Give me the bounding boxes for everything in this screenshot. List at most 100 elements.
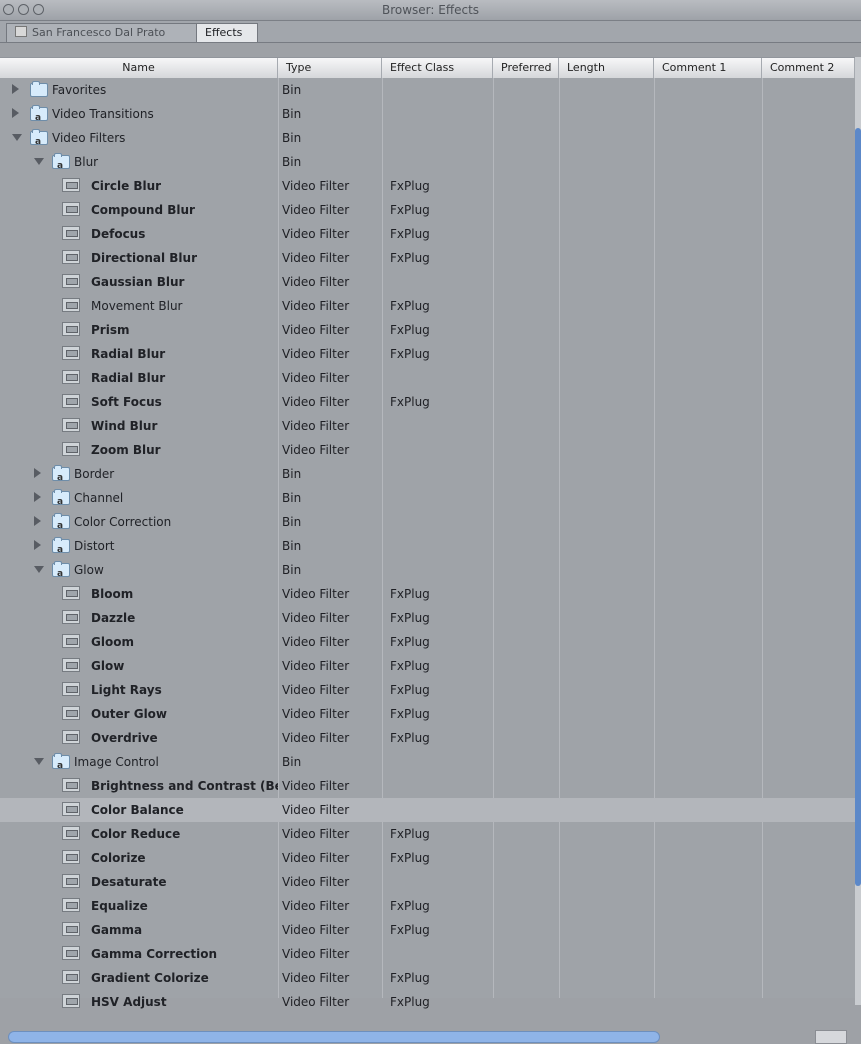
effect-class-cell: FxPlug [390,851,430,865]
row-name-label: Glow [91,659,125,673]
effect-class-cell: FxPlug [390,203,430,217]
video-filter-icon [62,418,80,432]
disclosure-expanded-icon[interactable] [34,566,44,573]
table-row[interactable]: Favorites Bin [0,78,855,102]
tab-san-francesco-dal-prato[interactable]: San Francesco Dal Prato [6,23,198,42]
column-header-row: Name Type Effect Class Preferred Length … [0,57,855,79]
scroll-arrows[interactable] [815,1030,847,1044]
type-cell: Video Filter [282,995,350,1009]
table-row[interactable]: Gamma Correction Video Filter [0,942,855,966]
type-cell: Video Filter [282,875,350,889]
video-filter-icon [62,442,80,456]
vertical-scrollbar-thumb[interactable] [855,128,861,886]
disclosure-expanded-icon[interactable] [12,134,22,141]
table-row[interactable]: Glow Video Filter FxPlug [0,654,855,678]
table-row[interactable]: Equalize Video Filter FxPlug [0,894,855,918]
table-row[interactable]: Blur Bin [0,150,855,174]
table-row[interactable]: Border Bin [0,462,855,486]
type-cell: Video Filter [282,899,350,913]
name-cell: Wind Blur [0,414,278,438]
tab-bar: San Francesco Dal Prato Effects [0,21,861,43]
table-row[interactable]: Movement Blur Video Filter FxPlug [0,294,855,318]
disclosure-collapsed-icon[interactable] [34,492,41,502]
table-row[interactable]: Brightness and Contrast (Bezi Video Filte… [0,774,855,798]
effect-class-cell: FxPlug [390,659,430,673]
table-row[interactable]: Image Control Bin [0,750,855,774]
name-cell: Defocus [0,222,278,246]
table-row[interactable]: Outer Glow Video Filter FxPlug [0,702,855,726]
table-row[interactable]: Soft Focus Video Filter FxPlug [0,390,855,414]
column-header-length[interactable]: Length [559,58,654,78]
row-name-label: Blur [74,155,99,169]
table-row[interactable]: Dazzle Video Filter FxPlug [0,606,855,630]
row-name-label: Circle Blur [91,179,162,193]
column-header-name[interactable]: Name [0,58,278,78]
table-row[interactable]: Gradient Colorize Video Filter FxPlug [0,966,855,990]
table-row[interactable]: Wind Blur Video Filter [0,414,855,438]
table-row[interactable]: Video Filters Bin [0,126,855,150]
column-header-preferred[interactable]: Preferred [493,58,559,78]
table-row[interactable]: Circle Blur Video Filter FxPlug [0,174,855,198]
row-name-label: Colorize [91,851,146,865]
name-cell: Border [0,462,278,486]
effect-class-cell [390,366,490,390]
table-row[interactable]: Overdrive Video Filter FxPlug [0,726,855,750]
disclosure-expanded-icon[interactable] [34,158,44,165]
column-header-comment-2[interactable]: Comment 2 [762,58,855,78]
disclosure-collapsed-icon[interactable] [34,516,41,526]
disclosure-collapsed-icon[interactable] [12,108,19,118]
table-row[interactable]: Gamma Video Filter FxPlug [0,918,855,942]
effect-class-cell [390,558,490,582]
table-row[interactable]: Radial Blur Video Filter [0,366,855,390]
name-cell: Distort [0,534,278,558]
table-row[interactable]: Video Transitions Bin [0,102,855,126]
table-row[interactable]: Radial Blur Video Filter FxPlug [0,342,855,366]
type-cell: Video Filter [282,419,350,433]
name-cell: Blur [0,150,278,174]
table-row[interactable]: Color Correction Bin [0,510,855,534]
disclosure-collapsed-icon[interactable] [12,84,19,94]
horizontal-scrollbar-thumb[interactable] [8,1031,660,1043]
table-row[interactable]: Colorize Video Filter FxPlug [0,846,855,870]
type-cell: Bin [282,539,302,553]
table-row[interactable]: Distort Bin [0,534,855,558]
table-row[interactable]: Channel Bin [0,486,855,510]
table-row[interactable]: Compound Blur Video Filter FxPlug [0,198,855,222]
disclosure-collapsed-icon[interactable] [34,540,41,550]
table-row[interactable]: Light Rays Video Filter FxPlug [0,678,855,702]
table-row[interactable]: Gaussian Blur Video Filter [0,270,855,294]
name-cell: Gamma [0,918,278,942]
row-name-label: Equalize [91,899,148,913]
column-header-effect-class[interactable]: Effect Class [382,58,493,78]
table-row[interactable]: Zoom Blur Video Filter [0,438,855,462]
table-row[interactable]: Defocus Video Filter FxPlug [0,222,855,246]
disclosure-collapsed-icon[interactable] [34,468,41,478]
effect-class-cell: FxPlug [390,971,430,985]
bin-icon [30,81,48,97]
name-cell: Glow [0,558,278,582]
row-name-label: Brightness and Contrast (Bezi [91,779,278,793]
table-row[interactable]: Directional Blur Video Filter FxPlug [0,246,855,270]
locked-bin-icon [30,105,48,126]
table-row[interactable]: HSV Adjust Video Filter FxPlug [0,990,855,1014]
type-cell: Video Filter [282,299,350,313]
table-row[interactable]: Glow Bin [0,558,855,582]
table-row[interactable]: Prism Video Filter FxPlug [0,318,855,342]
name-cell: Desaturate [0,870,278,894]
type-cell: Bin [282,131,302,145]
table-row[interactable]: Color Balance Video Filter [0,798,855,822]
table-row[interactable]: Desaturate Video Filter [0,870,855,894]
table-row[interactable]: Color Reduce Video Filter FxPlug [0,822,855,846]
locked-bin-icon [52,753,70,774]
video-filter-icon [62,970,80,984]
effect-class-cell [390,534,490,558]
disclosure-expanded-icon[interactable] [34,758,44,765]
column-header-comment-1[interactable]: Comment 1 [654,58,762,78]
tab-effects[interactable]: Effects [196,23,258,42]
table-row[interactable]: Gloom Video Filter FxPlug [0,630,855,654]
type-cell: Video Filter [282,323,350,337]
effect-class-cell: FxPlug [390,683,430,697]
table-row[interactable]: Bloom Video Filter FxPlug [0,582,855,606]
video-filter-icon [62,730,80,744]
column-header-type[interactable]: Type [278,58,382,78]
